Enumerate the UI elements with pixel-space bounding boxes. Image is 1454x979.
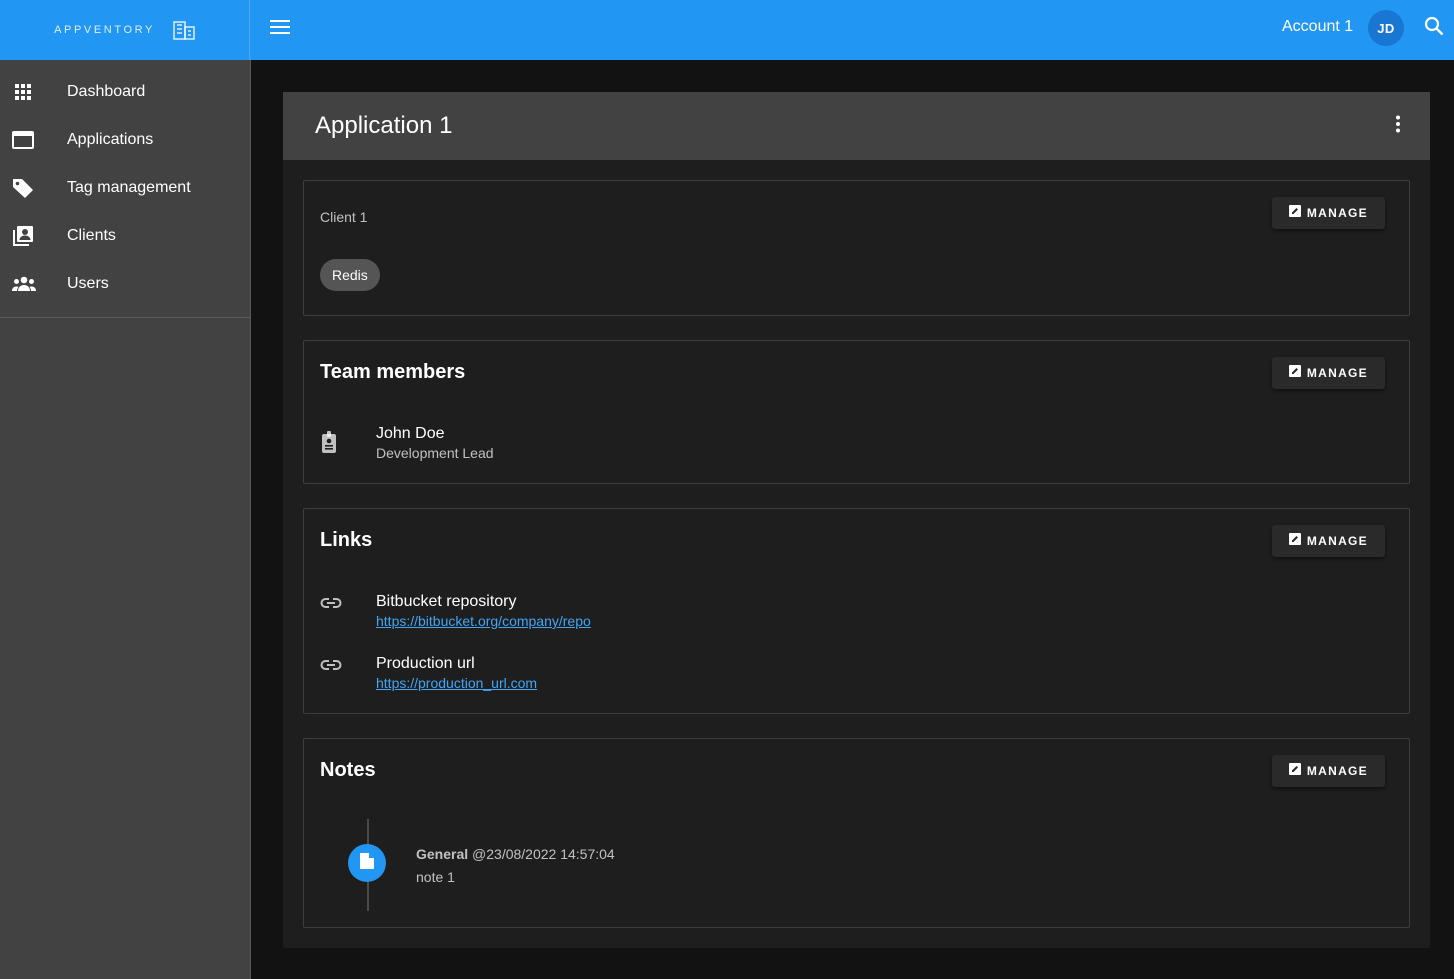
edit-icon — [1288, 204, 1301, 222]
link-text: Bitbucket repository https://bitbucket.o… — [376, 593, 591, 629]
section-title: Team members — [320, 361, 466, 383]
team-member-row: John Doe Development Lead — [320, 425, 494, 461]
sidebar-item-label: Users — [67, 275, 109, 292]
member-name: John Doe — [376, 425, 445, 442]
main-content: Application 1 Client 1 MANAGE Redis Team… — [251, 60, 1454, 979]
note-icon — [359, 852, 375, 875]
account-selector[interactable]: Account 1 — [1282, 18, 1353, 36]
page-title: Application 1 — [315, 112, 453, 139]
sidebar-item-label: Tag management — [67, 179, 191, 196]
sidebar-item-clients[interactable]: Clients — [0, 212, 250, 260]
manage-button-label: MANAGE — [1306, 764, 1368, 778]
manage-button-label: MANAGE — [1306, 366, 1368, 380]
menu-button[interactable] — [266, 15, 294, 43]
more-options-button[interactable] — [1382, 110, 1414, 142]
link-name: Bitbucket repository — [376, 593, 517, 610]
section-title: Links — [320, 529, 373, 551]
building-icon — [173, 20, 195, 40]
edit-icon — [1288, 532, 1301, 550]
sidebar-item-users[interactable]: Users — [0, 260, 250, 308]
sidebar-item-label: Dashboard — [67, 83, 146, 100]
member-role: Development Lead — [376, 445, 494, 461]
sidebar-nav: Dashboard Applications Tag management Cl… — [0, 60, 250, 318]
page-header: Application 1 — [283, 92, 1430, 160]
avatar[interactable]: JD — [1368, 10, 1404, 46]
brand[interactable]: APPVENTORY — [0, 0, 250, 60]
sidebar: Dashboard Applications Tag management Cl… — [0, 60, 251, 979]
contacts-icon — [0, 224, 46, 248]
group-icon — [0, 272, 46, 296]
manage-client-button[interactable]: MANAGE — [1271, 197, 1385, 229]
sidebar-item-dashboard[interactable]: Dashboard — [0, 68, 250, 116]
note-timestamp: @23/08/2022 14:57:04 — [472, 846, 615, 862]
tag-icon — [0, 176, 46, 200]
note-header: General @23/08/2022 14:57:04 — [416, 846, 615, 862]
manage-team-button[interactable]: MANAGE — [1271, 357, 1385, 389]
link-icon — [320, 593, 376, 609]
manage-links-button[interactable]: MANAGE — [1271, 525, 1385, 557]
link-text: Production url https://production_url.co… — [376, 655, 537, 691]
note-category: General — [416, 846, 469, 862]
sidebar-item-applications[interactable]: Applications — [0, 116, 250, 164]
note-text: note 1 — [416, 869, 455, 885]
more-vert-icon — [1395, 115, 1401, 138]
apps-grid-icon — [0, 80, 46, 104]
window-icon — [0, 128, 46, 152]
hamburger-menu-icon — [270, 19, 290, 39]
notes-section: Notes MANAGE General @23/08/2022 14:57:0… — [303, 738, 1410, 928]
badge-icon — [320, 425, 376, 453]
link-icon — [320, 655, 376, 671]
client-name: Client 1 — [320, 209, 368, 225]
team-member-text: John Doe Development Lead — [376, 425, 494, 461]
links-section: Links MANAGE Bitbucket repository https:… — [303, 508, 1410, 714]
client-section: Client 1 MANAGE Redis — [303, 180, 1410, 316]
link-row: Production url https://production_url.co… — [320, 655, 537, 691]
search-icon — [1424, 16, 1444, 41]
tag-chip-redis[interactable]: Redis — [320, 259, 380, 291]
manage-notes-button[interactable]: MANAGE — [1271, 755, 1385, 787]
brand-name: APPVENTORY — [54, 24, 155, 36]
edit-icon — [1288, 364, 1301, 382]
edit-icon — [1288, 762, 1301, 780]
app-bar: APPVENTORY Account 1 JD — [0, 0, 1454, 60]
manage-button-label: MANAGE — [1306, 206, 1368, 220]
timeline-dot — [348, 844, 386, 882]
manage-button-label: MANAGE — [1306, 534, 1368, 548]
application-card: Application 1 Client 1 MANAGE Redis Team… — [283, 92, 1430, 948]
team-members-section: Team members MANAGE John Doe Development… — [303, 340, 1410, 484]
link-url[interactable]: https://production_url.com — [376, 675, 537, 691]
link-row: Bitbucket repository https://bitbucket.o… — [320, 593, 591, 629]
link-url[interactable]: https://bitbucket.org/company/repo — [376, 613, 591, 629]
link-name: Production url — [376, 655, 475, 672]
sidebar-item-label: Clients — [67, 227, 116, 244]
section-title: Notes — [320, 759, 376, 781]
sidebar-item-tag-management[interactable]: Tag management — [0, 164, 250, 212]
search-button[interactable] — [1421, 15, 1447, 41]
sidebar-item-label: Applications — [67, 131, 154, 148]
